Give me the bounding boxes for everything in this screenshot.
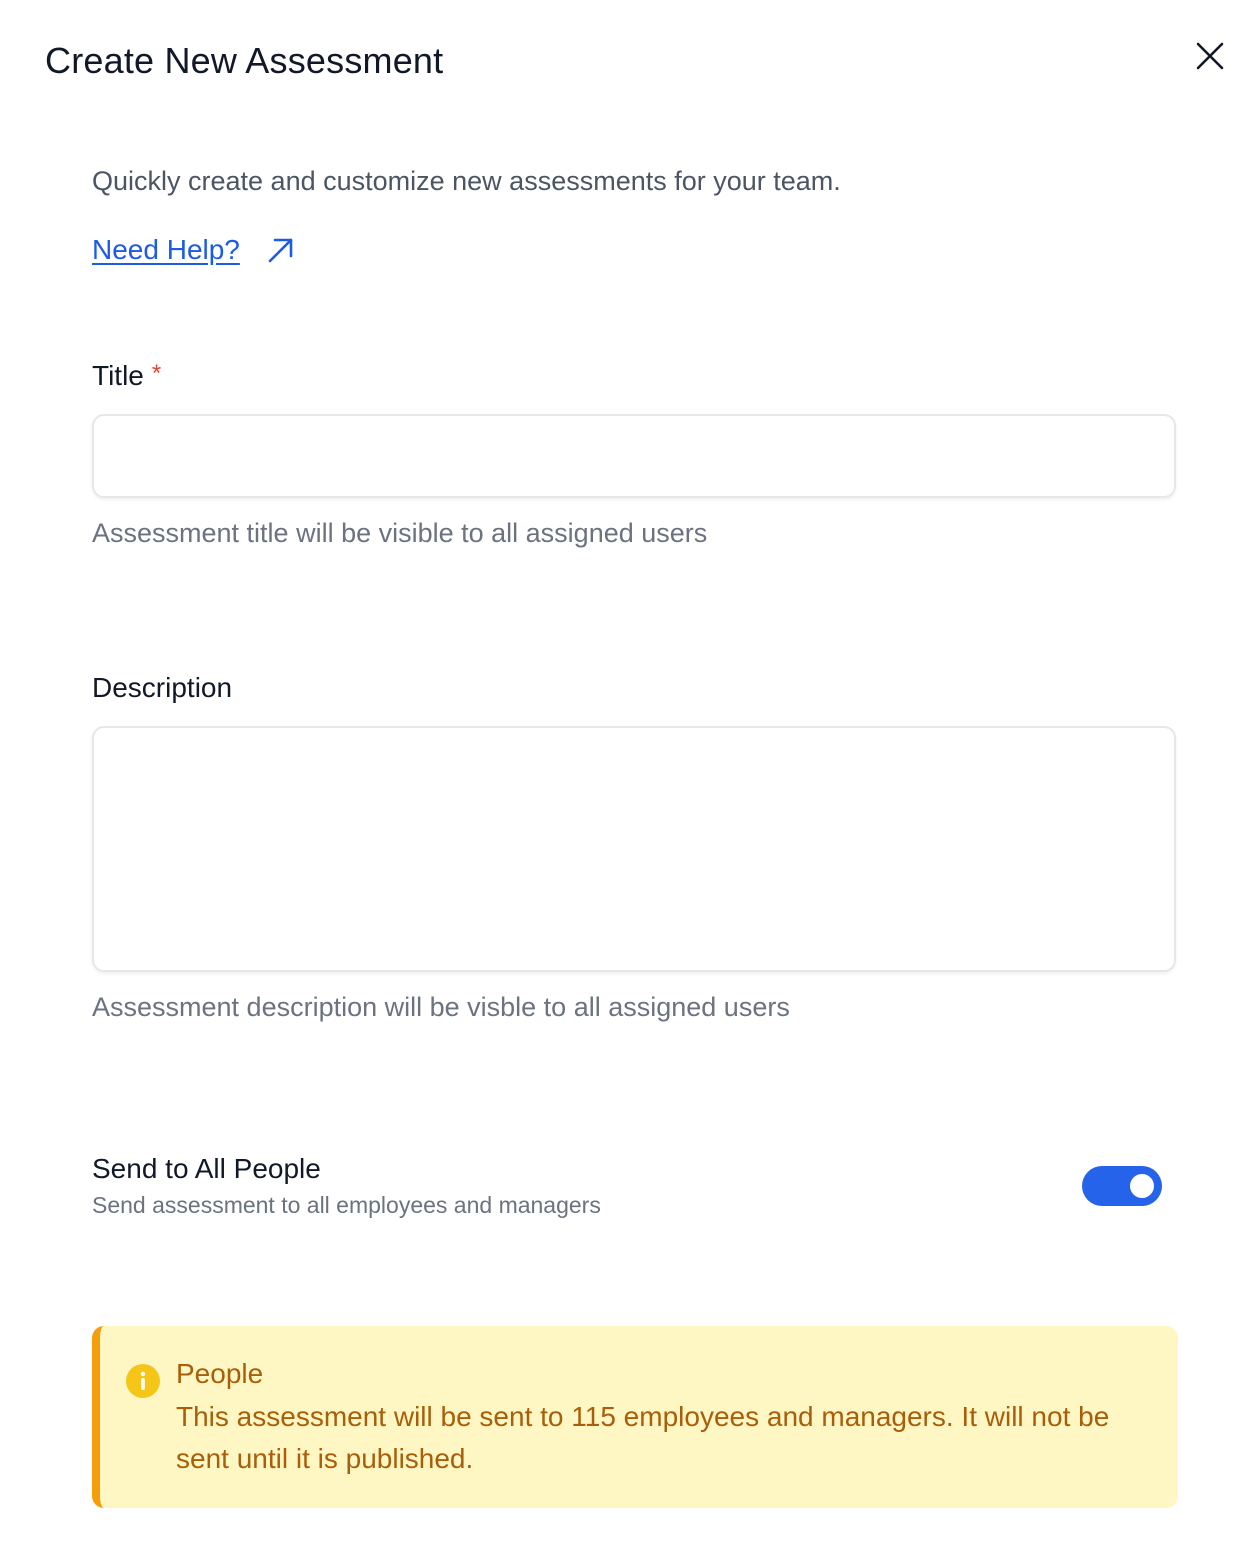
title-input[interactable] <box>92 414 1176 498</box>
need-help-link[interactable]: Need Help? <box>92 234 296 266</box>
need-help-label: Need Help? <box>92 234 240 265</box>
close-icon <box>1196 42 1224 70</box>
modal-title: Create New Assessment <box>45 40 444 81</box>
toggle-knob <box>1130 1174 1154 1198</box>
intro-text: Quickly create and customize new assessm… <box>92 166 841 196</box>
alert-title: People <box>176 1358 264 1389</box>
send-to-all-description: Send assessment to all employees and man… <box>92 1192 601 1218</box>
send-to-all-toggle[interactable] <box>1082 1166 1162 1206</box>
title-label: Title * <box>92 360 161 392</box>
description-hint: Assessment description will be visble to… <box>92 992 790 1022</box>
alert-body: This assessment will be sent to 115 empl… <box>176 1401 1110 1474</box>
people-alert: People This assessment will be sent to 1… <box>92 1326 1178 1508</box>
description-label: Description <box>92 672 233 703</box>
required-marker: * <box>151 360 162 387</box>
title-hint: Assessment title will be visible to all … <box>92 518 708 548</box>
close-button[interactable] <box>1190 36 1230 76</box>
title-label-text: Title <box>92 360 144 391</box>
info-icon <box>126 1364 160 1398</box>
description-textarea[interactable] <box>92 726 1176 972</box>
send-to-all-label: Send to All People <box>92 1153 321 1184</box>
external-link-icon <box>266 235 296 265</box>
